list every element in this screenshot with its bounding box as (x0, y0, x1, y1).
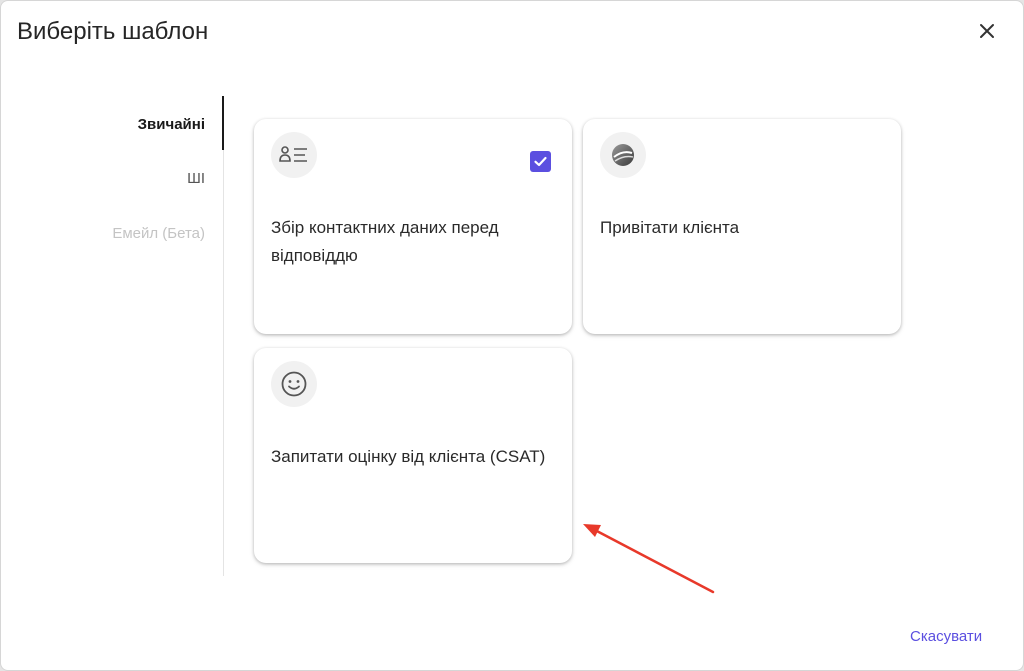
selected-checkbox[interactable] (530, 151, 551, 172)
check-icon (534, 156, 547, 167)
tab-ai[interactable]: ШІ (187, 170, 205, 187)
template-card-collect-contacts[interactable]: Збір контактних даних перед відповіддю (254, 119, 572, 334)
template-card-greet-customer[interactable]: Привітати клієнта (583, 119, 901, 334)
active-tab-indicator (222, 96, 224, 150)
contact-form-icon (271, 132, 317, 178)
tab-regular[interactable]: Звичайні (138, 116, 205, 133)
dialog-title: Виберіть шаблон (17, 18, 209, 45)
template-title: Запитати оцінку від клієнта (CSAT) (271, 447, 546, 466)
template-title: Збір контактних даних перед відповіддю (271, 218, 499, 265)
template-category-tabs: Звичайні ШІ Емейл (Бета) (1, 96, 224, 576)
template-title: Привітати клієнта (600, 218, 740, 237)
smiley-icon (271, 361, 317, 407)
close-button[interactable] (975, 19, 999, 43)
cancel-button[interactable]: Скасувати (910, 628, 982, 645)
close-icon (980, 24, 994, 38)
tab-email-beta: Емейл (Бета) (112, 225, 205, 242)
annotation-arrow-icon (583, 524, 715, 594)
template-picker-dialog: Виберіть шаблон Звичайні ШІ Емейл (Бета)… (0, 0, 1024, 671)
greeting-logo-icon (600, 132, 646, 178)
template-card-csat[interactable]: Запитати оцінку від клієнта (CSAT) (254, 348, 572, 563)
